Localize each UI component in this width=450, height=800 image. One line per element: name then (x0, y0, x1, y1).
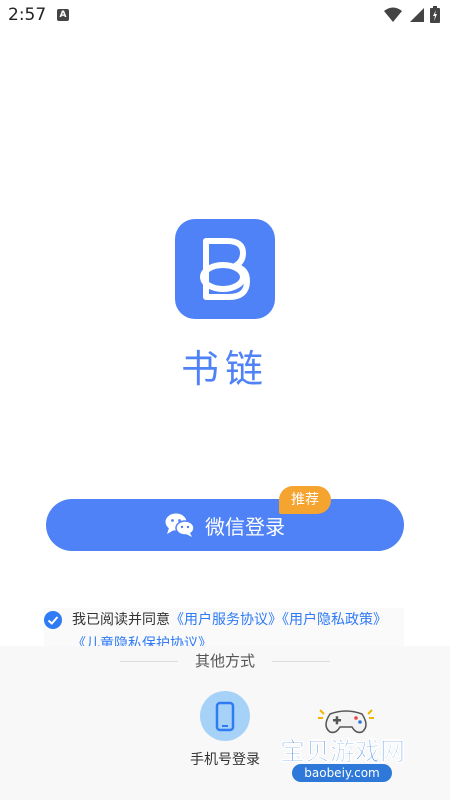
watermark-title: 宝贝游戏网 (280, 737, 406, 767)
battery-icon (430, 6, 440, 23)
agreement-row: 我已阅读并同意《用户服务协议》《用户隐私政策》《儿童隐私保护协议》 (44, 608, 404, 646)
wifi-icon (384, 7, 402, 22)
signal-icon (410, 7, 424, 22)
status-bar: 2:57 A (0, 0, 450, 32)
agreement-prefix: 我已阅读并同意 (72, 612, 170, 628)
accessibility-indicator-icon: A (57, 9, 69, 21)
phone-login-button[interactable] (200, 691, 250, 741)
status-icons (384, 6, 440, 23)
app-logo (175, 219, 275, 319)
children-privacy-link[interactable]: 《儿童隐私保护协议》 (72, 636, 212, 646)
app-name: 书链 (180, 347, 269, 391)
agreement-text: 我已阅读并同意《用户服务协议》《用户隐私政策》《儿童隐私保护协议》 (72, 608, 404, 646)
other-methods-title: 其他方式 (194, 652, 255, 670)
privacy-policy-link[interactable]: 《用户隐私政策》 (282, 612, 387, 628)
login-screen: 2:57 A 书链 微信登录 推荐 我已阅读并同意《用户服务协议》《用户隐私政策… (0, 0, 450, 800)
watermark: 宝贝游戏网 baobeiy.com (272, 706, 420, 788)
wechat-login-button[interactable]: 微信登录 (46, 499, 404, 551)
wechat-icon (165, 513, 195, 537)
phone-icon (215, 701, 235, 732)
status-time: 2:57 (8, 5, 47, 25)
other-methods-header: 其他方式 (0, 650, 450, 672)
divider-right (272, 661, 330, 662)
checkmark-icon (47, 616, 59, 625)
user-service-agreement-link[interactable]: 《用户服务协议》 (170, 612, 282, 628)
recommend-badge: 推荐 (279, 486, 331, 514)
watermark-url: baobeiy.com (292, 764, 392, 782)
agreement-checkbox[interactable] (44, 611, 62, 629)
wechat-login-label: 微信登录 (205, 514, 285, 539)
book-link-logo-icon (200, 238, 250, 300)
